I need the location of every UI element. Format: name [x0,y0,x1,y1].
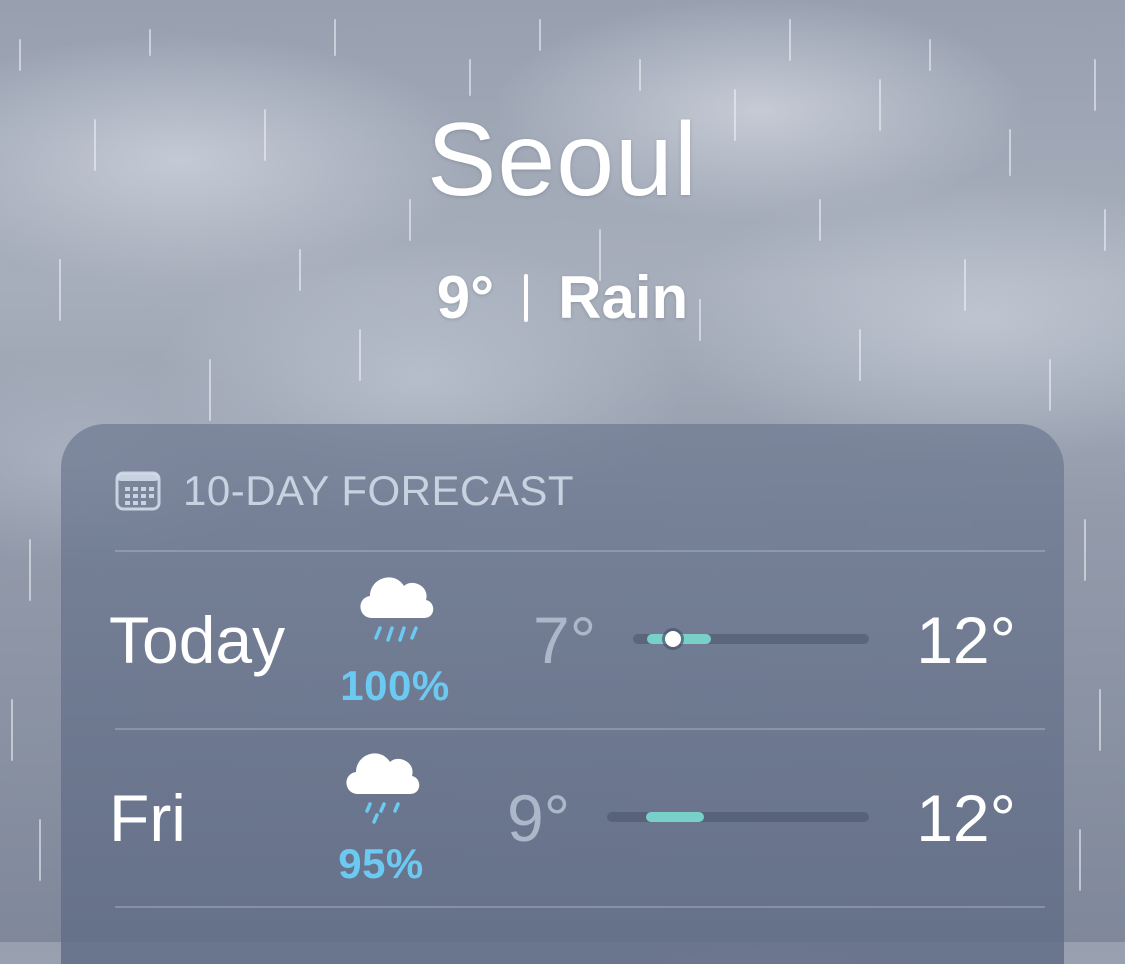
low-temperature: 7° [533,603,597,677]
forecast-card[interactable]: 10-DAY FORECAST Today 100% 7° 12° Fri 95… [61,424,1064,964]
calendar-icon [115,470,161,512]
precipitation-chance: 100% [340,662,450,709]
day-label: Fri [109,781,186,855]
current-temperature: 9° [436,264,495,331]
temperature-range-fill [646,812,704,822]
divider [115,906,1045,908]
forecast-row-today[interactable]: Today 100% 7° 12° [61,552,1064,728]
temperature-range-bar [607,812,869,822]
cloud-rain-icon [360,577,434,642]
weather-condition: 100% [325,560,465,720]
current-condition: Rain [558,264,689,331]
current-conditions: 9° Rain [0,262,1125,334]
forecast-title: 10-DAY FORECAST [183,467,575,514]
precipitation-chance: 95% [338,840,424,887]
cloud-drizzle-icon [346,753,420,824]
forecast-row-fri[interactable]: Fri 95% 9° 12° [61,730,1064,906]
current-temperature-marker [665,631,682,647]
separator [524,274,529,322]
weather-condition: 95% [311,738,451,898]
high-temperature: 12° [916,781,1016,855]
day-label: Today [109,603,286,677]
forecast-header: 10-DAY FORECAST [115,466,574,516]
low-temperature: 9° [507,781,571,855]
temperature-range-bar [633,631,869,647]
city-name: Seoul [427,102,698,218]
high-temperature: 12° [916,603,1016,677]
